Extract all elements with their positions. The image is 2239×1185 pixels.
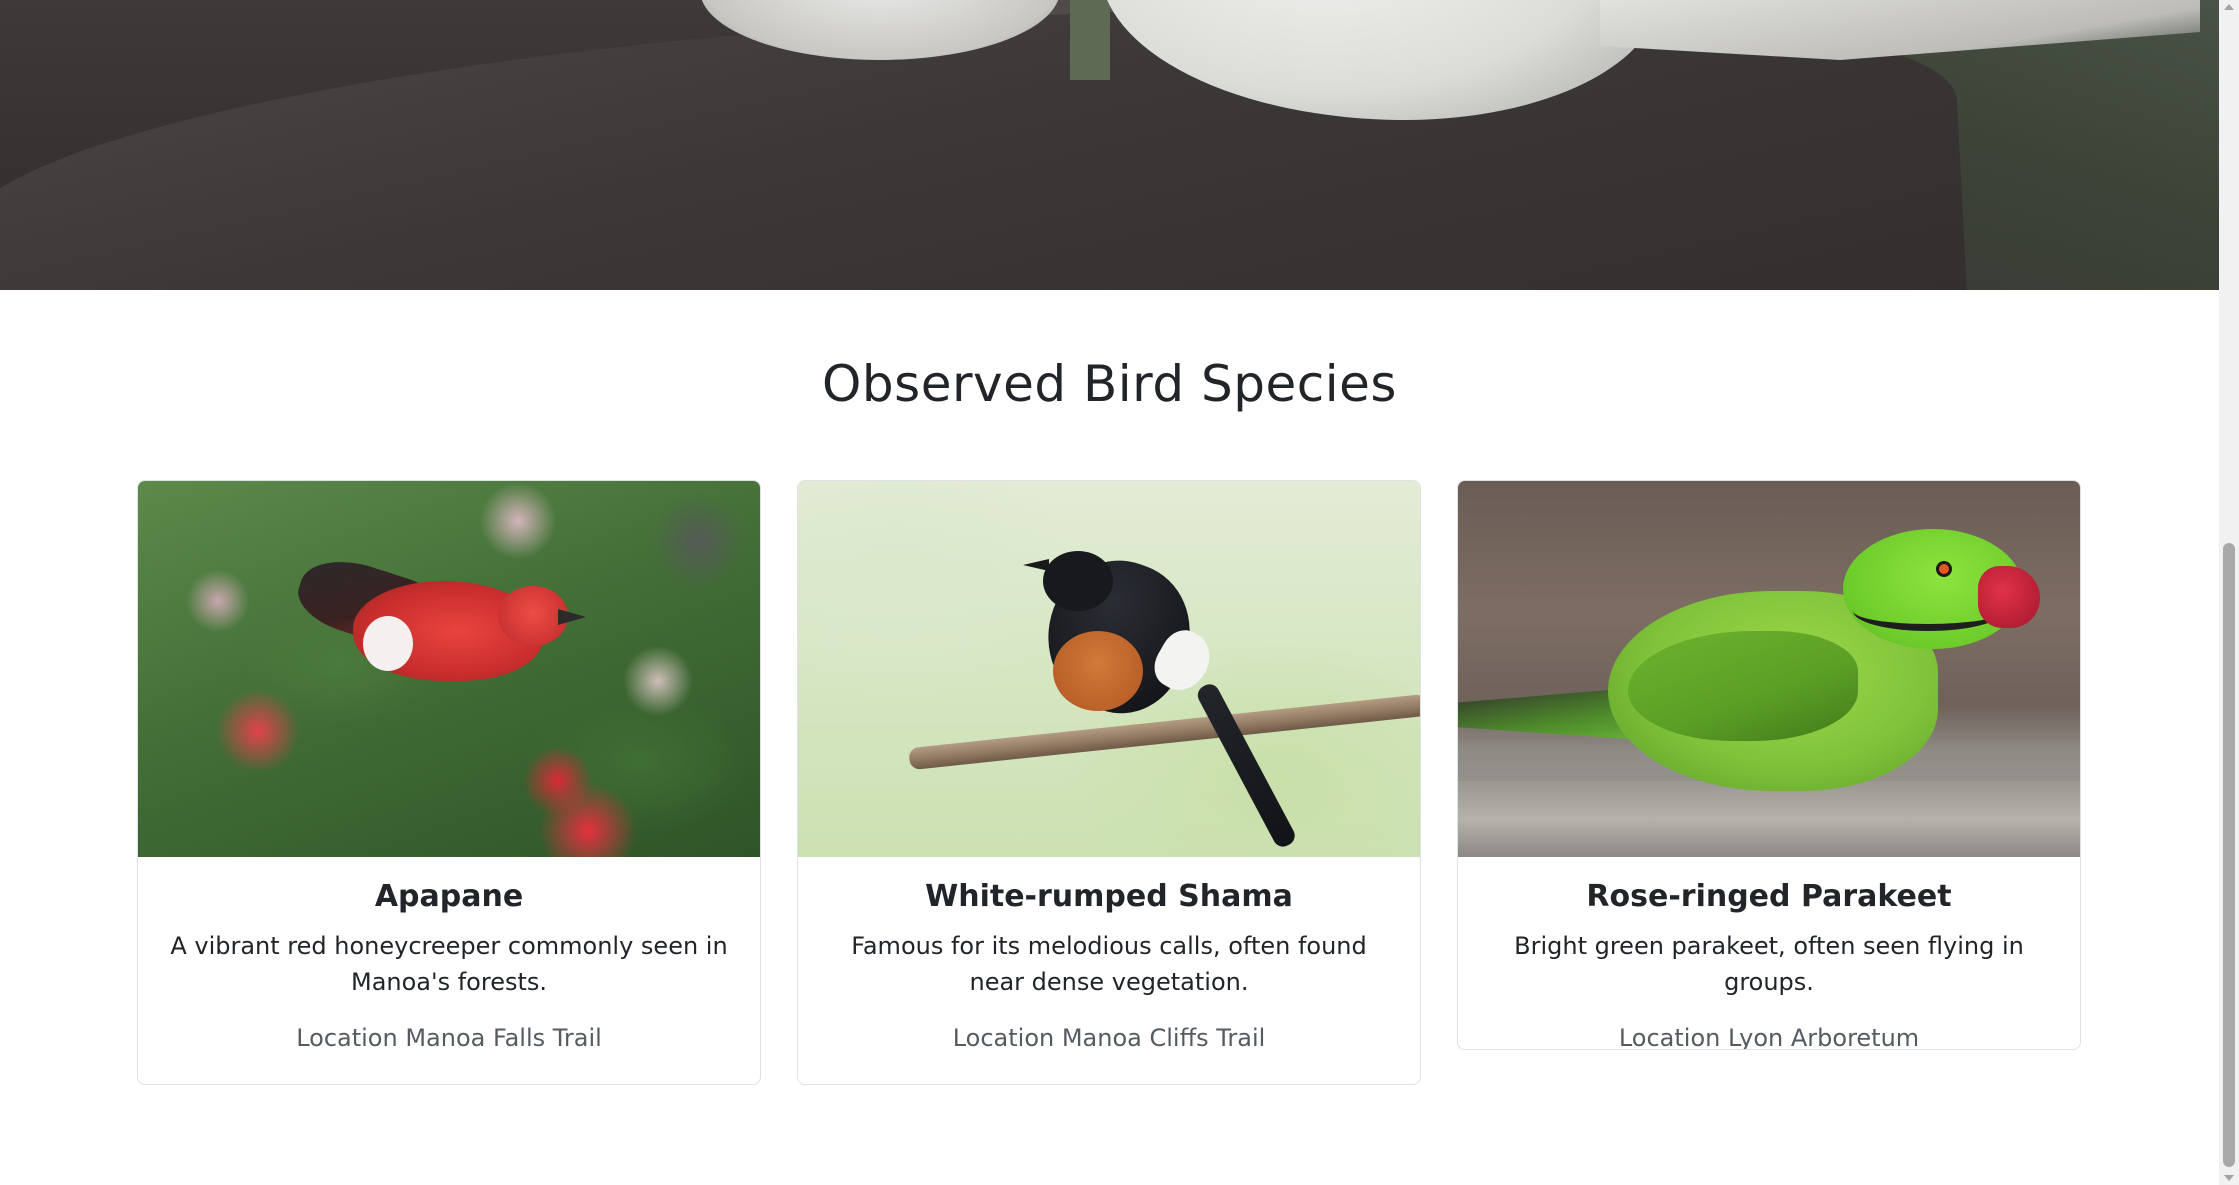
shama-tail	[1194, 680, 1299, 851]
bird-location: Location Manoa Cliffs Trail	[952, 1024, 1266, 1052]
bird-card-rose-ringed-parakeet: Rose-ringed Parakeet Bright green parake…	[1457, 480, 2081, 1050]
section-title: Observed Bird Species	[822, 355, 1397, 413]
bird-location: Location Lyon Arboretum	[1618, 1024, 1920, 1050]
shama-head	[1043, 551, 1113, 611]
card-body: White-rumped Shama Famous for its melodi…	[798, 857, 1420, 1052]
bird-location: Location Manoa Falls Trail	[296, 1024, 602, 1052]
page-scrollbar[interactable]	[2219, 0, 2239, 1185]
bird-image-rose-ringed-parakeet	[1458, 481, 2080, 857]
shama-belly	[1053, 631, 1143, 711]
card-body: Apapane A vibrant red honeycreeper commo…	[138, 857, 760, 1052]
shama-branch	[908, 693, 1420, 771]
shama-beak	[1023, 559, 1049, 571]
scrollbar-thumb[interactable]	[2223, 543, 2235, 1167]
bird-name: White-rumped Shama	[925, 879, 1293, 914]
scroll-up-icon[interactable]	[2224, 4, 2234, 10]
parakeet-ground	[1458, 781, 2080, 857]
apapane-beak	[558, 609, 586, 625]
card-body: Rose-ringed Parakeet Bright green parake…	[1458, 857, 2080, 1050]
bird-image-white-rumped-shama	[798, 481, 1420, 857]
bird-card-apapane: Apapane A vibrant red honeycreeper commo…	[137, 480, 761, 1085]
hero-bird-gap	[1070, 0, 1110, 80]
parakeet-beak	[1978, 566, 2040, 628]
apapane-rump	[363, 616, 413, 671]
bird-card-white-rumped-shama: White-rumped Shama Famous for its melodi…	[797, 480, 1421, 1085]
hero-image	[0, 0, 2219, 290]
scroll-down-icon[interactable]	[2224, 1175, 2234, 1181]
parakeet-eye	[1936, 561, 1952, 577]
bird-description: Famous for its melodious calls, often fo…	[851, 932, 1367, 996]
bird-description: A vibrant red honeycreeper commonly seen…	[170, 932, 728, 996]
bird-name: Apapane	[374, 879, 524, 914]
bird-name: Rose-ringed Parakeet	[1586, 879, 1952, 914]
bird-image-apapane	[138, 481, 760, 857]
bird-description: Bright green parakeet, often seen flying…	[1514, 932, 2024, 996]
